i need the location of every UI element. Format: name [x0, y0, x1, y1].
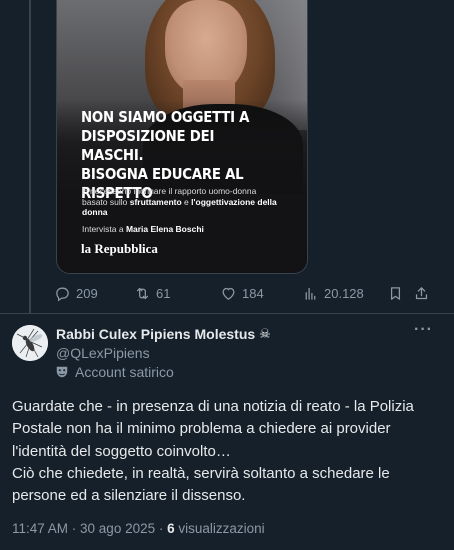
tweet-text-line: Ciò che chiedete, in realtà, servirà sol… — [12, 464, 390, 505]
views-button[interactable]: 20.128 — [302, 285, 364, 302]
author-name-row[interactable]: Rabbi Culex Pipiens Molestus ☠ — [56, 326, 271, 342]
image-interview-credit: Intervista a Maria Elena Boschi — [82, 224, 204, 234]
tweet-timestamp[interactable]: 11:47 AM · 30 ago 2025 · — [12, 521, 167, 536]
analytics-icon — [302, 285, 319, 302]
bookmark-icon — [387, 285, 404, 302]
author-display-name[interactable]: Rabbi Culex Pipiens Molestus — [56, 326, 255, 342]
share-icon — [413, 285, 430, 302]
repost-count: 61 — [156, 286, 171, 301]
author-handle[interactable]: @QLexPipiens — [56, 345, 150, 361]
bookmark-button[interactable] — [387, 285, 404, 302]
share-button[interactable] — [413, 285, 430, 302]
tweet-metadata: 11:47 AM · 30 ago 2025 · 6 visualizzazio… — [12, 521, 265, 536]
tweet-views-label: visualizzazioni — [174, 521, 265, 536]
tweet-action-bar: 209 61 184 20.128 — [52, 285, 436, 305]
tweet-views-count: 6 — [167, 521, 175, 536]
reply-count: 209 — [76, 286, 98, 301]
heart-icon — [220, 285, 237, 302]
theater-mask-icon — [55, 365, 69, 379]
reply-icon — [54, 285, 71, 302]
repost-icon — [134, 285, 151, 302]
more-options-button[interactable]: ··· — [414, 322, 432, 339]
like-button[interactable]: 184 — [220, 285, 264, 302]
satire-account-label[interactable]: Account satirico — [55, 364, 174, 380]
reply-button[interactable]: 209 — [54, 285, 98, 302]
views-count: 20.128 — [324, 286, 364, 301]
tweet-image[interactable]: NON SIAMO OGGETTI A DISPOSIZIONE DEI MAS… — [56, 0, 308, 274]
like-count: 184 — [242, 286, 264, 301]
repost-button[interactable]: 61 — [134, 285, 170, 302]
satire-label-text: Account satirico — [75, 364, 174, 380]
image-publisher-logo: la Repubblica — [81, 241, 158, 256]
thread-connector-line — [29, 0, 31, 313]
skull-icon: ☠ — [259, 326, 271, 342]
tweet-text: Guardate che - in presenza di una notizi… — [12, 396, 442, 507]
avatar[interactable] — [12, 325, 48, 361]
tweet-text-line: Guardate che - in presenza di una notizi… — [12, 398, 414, 460]
tweet-divider — [0, 313, 454, 314]
image-body-text: È necessario incrinare il rapporto uomo-… — [82, 186, 277, 217]
